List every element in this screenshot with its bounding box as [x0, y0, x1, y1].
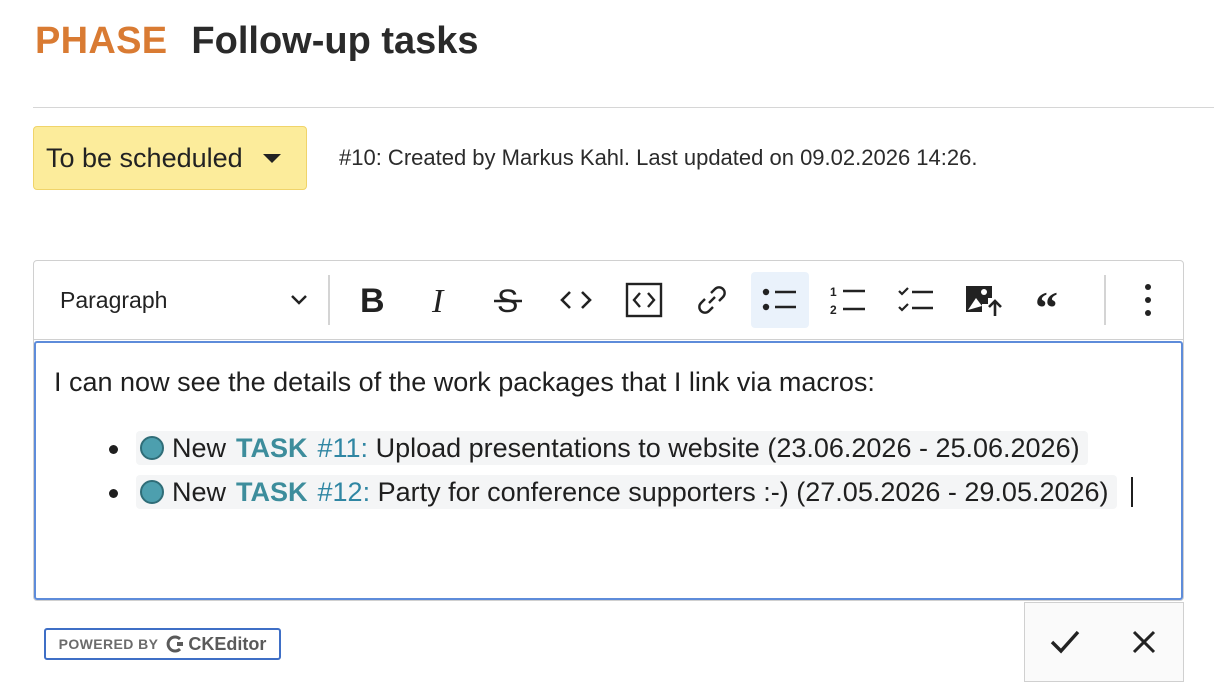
chevron-down-icon — [291, 295, 307, 305]
bulleted-list-icon — [762, 288, 796, 311]
status-label: To be scheduled — [46, 142, 243, 173]
more-icon — [1145, 284, 1151, 316]
caret-down-icon — [262, 153, 281, 163]
powered-by-ckeditor-badge[interactable]: POWERED BY CKEditor — [44, 628, 281, 660]
link-button[interactable] — [683, 272, 741, 328]
blockquote-icon: “ — [1035, 287, 1058, 313]
ckeditor-logo-icon — [167, 635, 184, 653]
blockquote-button[interactable]: “ — [1023, 272, 1081, 328]
todo-list-icon — [898, 287, 933, 312]
ckeditor-brand-label: CKEditor — [188, 633, 267, 654]
svg-text:I: I — [431, 284, 445, 316]
wp-status: New — [172, 433, 227, 464]
work-package-meta: #10: Created by Markus Kahl. Last update… — [339, 145, 978, 170]
editor-content[interactable]: I can now see the details of the work pa… — [34, 341, 1183, 600]
powered-by-label: POWERED BY — [58, 636, 159, 652]
italic-icon: I — [431, 284, 445, 316]
toolbar-separator — [1104, 275, 1106, 325]
save-button[interactable] — [1035, 612, 1095, 672]
todo-list-button[interactable] — [887, 272, 945, 328]
toolbar-separator — [328, 275, 330, 325]
work-package-macro[interactable]: New TASK #11: Upload presentations to webs… — [136, 431, 1088, 466]
wp-status: New — [172, 477, 227, 508]
cancel-button[interactable] — [1114, 612, 1174, 672]
svg-text:2: 2 — [830, 303, 837, 316]
image-upload-icon — [966, 286, 1002, 316]
wp-type: TASK — [236, 477, 308, 508]
edit-actions — [1024, 602, 1184, 682]
wp-type: TASK — [236, 433, 308, 464]
status-dot-icon — [140, 436, 164, 461]
numbered-list-button[interactable]: 12 — [819, 272, 877, 328]
svg-text:1: 1 — [830, 285, 837, 299]
editor-toolbar: Paragraph B I S 12 “ — [34, 261, 1183, 340]
bold-icon: B — [360, 284, 385, 316]
code-block-button[interactable] — [615, 272, 673, 328]
wp-dates: (23.06.2026 - 25.06.2026) — [767, 433, 1080, 464]
image-upload-button[interactable] — [955, 272, 1013, 328]
page-title: Follow-up tasks — [191, 19, 479, 62]
more-button[interactable] — [1119, 272, 1177, 328]
code-block-icon — [625, 282, 663, 318]
code-button[interactable] — [547, 272, 605, 328]
numbered-list-icon: 12 — [830, 285, 865, 316]
status-dropdown[interactable]: To be scheduled — [33, 126, 307, 190]
page-header: PHASE Follow-up tasks — [35, 18, 479, 64]
header-divider — [33, 107, 1214, 108]
wp-subject: Upload presentations to website — [375, 433, 760, 464]
list-item: New TASK #11: Upload presentations to webs… — [54, 426, 1163, 470]
work-package-macro[interactable]: New TASK #12: Party for conference support… — [136, 475, 1117, 510]
wp-number-link[interactable]: #11: — [318, 433, 369, 463]
status-dot-icon — [140, 480, 164, 505]
text-cursor — [1130, 477, 1133, 508]
bulleted-list-button[interactable] — [751, 272, 809, 328]
phase-label: PHASE — [35, 19, 168, 62]
close-icon — [1132, 630, 1155, 654]
paragraph-format-dropdown[interactable]: Paragraph — [44, 272, 324, 328]
wp-dates: (27.05.2026 - 29.05.2026) — [796, 477, 1109, 508]
list-item: New TASK #12: Party for conference support… — [54, 470, 1163, 514]
intro-paragraph: I can now see the details of the work pa… — [54, 367, 875, 397]
work-package-list: New TASK #11: Upload presentations to webs… — [54, 426, 1163, 514]
wp-number-link[interactable]: #12: — [318, 477, 371, 507]
svg-text:“: “ — [1035, 287, 1058, 313]
paragraph-format-label: Paragraph — [60, 286, 168, 313]
checkmark-icon — [1050, 630, 1079, 654]
italic-button[interactable]: I — [411, 272, 469, 328]
strikethrough-icon: S — [494, 284, 522, 316]
wp-subject: Party for conference supporters :-) — [377, 477, 789, 508]
code-icon — [560, 291, 592, 309]
svg-text:B: B — [360, 284, 385, 316]
link-icon — [698, 286, 726, 314]
bold-button[interactable]: B — [343, 272, 401, 328]
strikethrough-button[interactable]: S — [479, 272, 537, 328]
rich-text-editor: Paragraph B I S 12 “ I can now see the d… — [33, 260, 1184, 601]
